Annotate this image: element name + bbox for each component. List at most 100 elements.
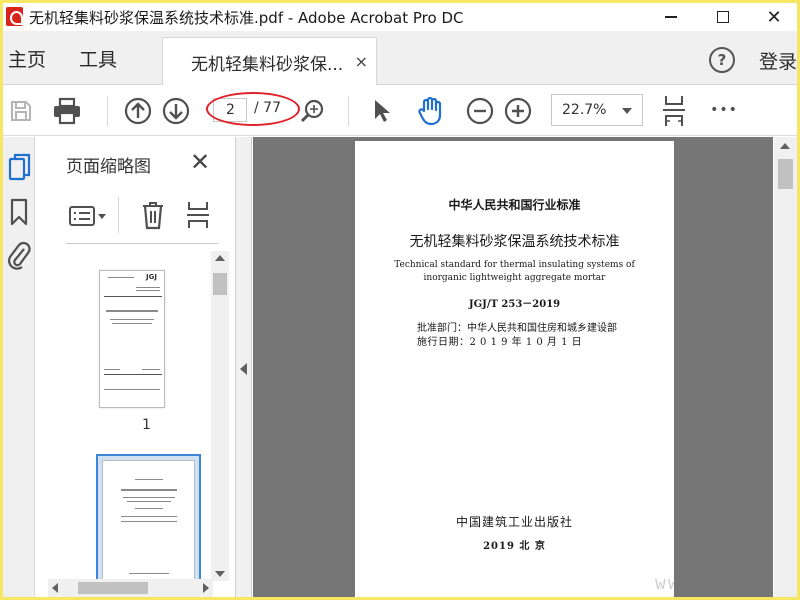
title-bar: 无机轻集料砂浆保温系统技术标准.pdf - Adobe Acrobat Pro …: [3, 3, 797, 31]
thumbnail-text-line: [142, 369, 160, 370]
thumbnail-text-line: [104, 369, 120, 370]
minimize-icon: [665, 16, 677, 18]
collapse-panel-arrow-icon[interactable]: [240, 363, 247, 375]
page-approved-by: 批准部门：中华人民共和国住房和城乡建设部: [417, 323, 617, 334]
close-window-button[interactable]: ✕: [751, 3, 797, 31]
page-layout-button[interactable]: [184, 199, 212, 231]
page-english-title-line: inorganic lightweight aggregate mortar: [423, 273, 606, 283]
hand-tool-button[interactable]: [415, 95, 447, 127]
panel-divider: [66, 243, 218, 244]
document-page: 中华人民共和国行业标准 无机轻集料砂浆保温系统技术标准 Technical st…: [355, 141, 674, 597]
page-standard-code: JGJ/T 253－2019: [468, 299, 561, 310]
scroll-down-arrow-icon[interactable]: [215, 571, 225, 577]
magnifier-icon: [300, 99, 324, 123]
toolbar-separator: [348, 96, 349, 126]
print-button[interactable]: [51, 96, 83, 126]
panel-close-icon[interactable]: ✕: [190, 150, 210, 174]
previous-page-button[interactable]: [123, 96, 153, 126]
scrollbar-thumb[interactable]: [78, 582, 148, 594]
thumbnail-text-line: [104, 389, 160, 390]
page-thumbnails-icon: [8, 153, 31, 181]
red-annotation-ellipse: [206, 92, 300, 126]
tools-tab[interactable]: 工具: [79, 45, 117, 72]
minimize-button[interactable]: [648, 3, 694, 31]
thumbnail-logo: JGJ: [146, 273, 157, 281]
scrollbar-thumb[interactable]: [778, 159, 793, 189]
document-tab-label: 无机轻集料砂浆保...: [191, 55, 344, 75]
arrow-up-circle-icon: [124, 97, 152, 125]
thumbnail-vertical-scrollbar[interactable]: [211, 251, 229, 581]
watermark-text: www. .com: [655, 573, 771, 594]
page-title: 无机轻集料砂浆保温系统技术标准: [409, 234, 620, 250]
page-thumbnails-panel: 页面缩略图 ✕ JGJ 1: [36, 137, 236, 597]
thumbnail-text-line: [108, 277, 134, 278]
thumbnail-text-line: [135, 479, 163, 480]
page-effective-date: 施行日期：2 0 1 9 年 1 0 月 1 日: [417, 337, 583, 348]
bookmarks-button[interactable]: [8, 197, 30, 227]
thumbnail-rule: [104, 374, 162, 375]
thumbnail-text-line: [106, 310, 158, 312]
help-icon[interactable]: ?: [709, 47, 735, 73]
login-link[interactable]: 登录: [759, 47, 797, 74]
select-tool-button[interactable]: [369, 97, 395, 125]
minus-circle-icon: [466, 97, 494, 125]
save-icon: [11, 101, 31, 121]
page-publisher: 中国建筑工业出版社: [455, 515, 573, 529]
zoom-tool-button[interactable]: [297, 97, 327, 125]
scrollbar-thumb[interactable]: [213, 273, 227, 295]
thumbnail-text-line: [121, 489, 177, 491]
panel-toolbar-separator: [118, 197, 119, 233]
scroll-up-arrow-icon[interactable]: [780, 143, 790, 149]
hand-icon: [418, 96, 442, 126]
page-thumbnail-image: [102, 460, 195, 588]
chevron-down-icon: [622, 108, 632, 114]
navigation-rail: [3, 137, 35, 597]
maximize-icon: [717, 11, 729, 23]
page-thumbnails-button[interactable]: [7, 151, 33, 183]
zoom-level-select[interactable]: 22.7%: [551, 94, 643, 126]
acrobat-app-icon: [6, 7, 23, 26]
thumbnail-text-line: [123, 497, 175, 498]
selected-page-thumbnail[interactable]: [96, 454, 201, 588]
page-fit-icon: [663, 96, 685, 126]
page-english-title-line: Technical standard for thermal insulatin…: [394, 260, 635, 270]
thumbnail-options-button[interactable]: [66, 201, 110, 231]
page-split-icon: [187, 202, 209, 228]
bookmark-icon: [10, 198, 28, 226]
paperclip-icon: [8, 241, 31, 270]
acrobat-window: 无机轻集料砂浆保温系统技术标准.pdf - Adobe Acrobat Pro …: [3, 3, 797, 597]
thumbnail-text-line: [127, 501, 171, 502]
page-publication-year: 2019 北 京: [483, 541, 546, 552]
thumbnail-horizontal-scrollbar[interactable]: [48, 579, 213, 597]
thumbnail-text-line: [121, 516, 177, 517]
main-toolbar: 2 / 77 22.7% •••: [3, 86, 797, 136]
document-tab-close-icon[interactable]: ×: [355, 52, 368, 71]
panel-title: 页面缩略图: [66, 157, 151, 177]
attachments-button[interactable]: [6, 239, 32, 271]
cursor-arrow-icon: [375, 100, 390, 122]
more-tools-button[interactable]: •••: [707, 98, 741, 122]
maximize-button[interactable]: [700, 3, 746, 31]
toolbar-separator: [107, 96, 108, 126]
scroll-up-arrow-icon[interactable]: [215, 255, 225, 261]
panel-splitter[interactable]: [236, 137, 252, 597]
arrow-down-circle-icon: [162, 97, 190, 125]
next-page-button[interactable]: [161, 96, 191, 126]
page-display-button[interactable]: [659, 93, 689, 129]
scroll-left-arrow-icon[interactable]: [52, 583, 58, 593]
zoom-in-button[interactable]: [503, 96, 533, 126]
document-tab[interactable]: 无机轻集料砂浆保... ×: [162, 37, 377, 85]
delete-page-button[interactable]: [140, 199, 166, 231]
close-icon: ✕: [766, 6, 782, 28]
thumbnail-text-line: [136, 290, 160, 291]
zoom-out-button[interactable]: [465, 96, 495, 126]
document-view[interactable]: 中华人民共和国行业标准 无机轻集料砂浆保温系统技术标准 Technical st…: [253, 137, 773, 597]
save-button[interactable]: [7, 98, 35, 124]
thumbnail-text-line: [136, 287, 160, 288]
document-vertical-scrollbar[interactable]: [774, 137, 797, 597]
menu-tab-row: 主页 工具 无机轻集料砂浆保... × ? 登录: [3, 31, 797, 85]
page-thumbnail[interactable]: JGJ: [99, 270, 165, 408]
scroll-right-arrow-icon[interactable]: [203, 583, 209, 593]
home-tab[interactable]: 主页: [8, 45, 46, 72]
list-options-icon: [69, 206, 106, 226]
